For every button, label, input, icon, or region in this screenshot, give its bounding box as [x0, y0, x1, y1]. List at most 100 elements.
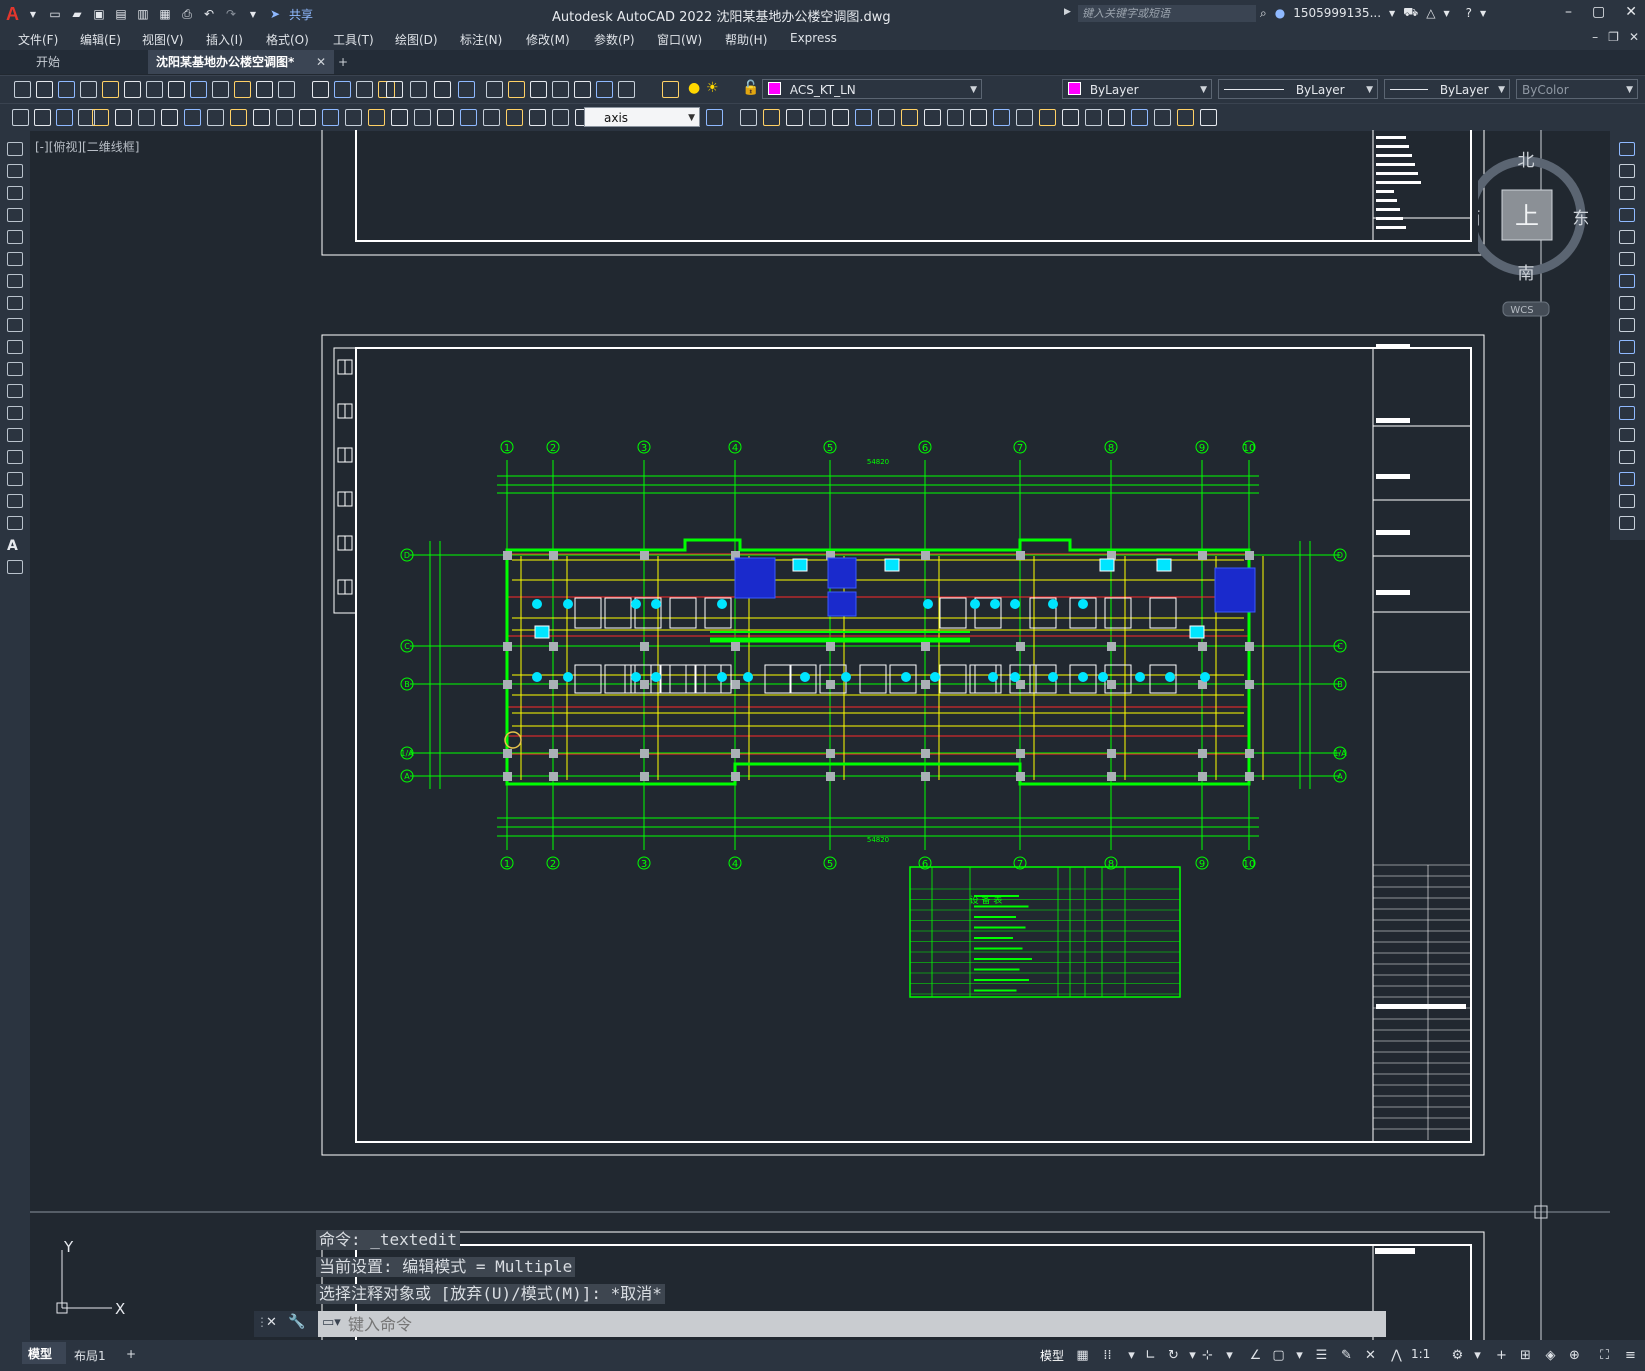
- continue-icon[interactable]: [947, 109, 964, 126]
- block-icon[interactable]: [1200, 109, 1217, 126]
- user-name[interactable]: 1505999135...: [1293, 6, 1381, 20]
- blend-icon[interactable]: [1619, 494, 1635, 508]
- new-file-icon[interactable]: ▭: [47, 6, 63, 22]
- spacing-icon[interactable]: [970, 109, 987, 126]
- inspect-icon[interactable]: [345, 109, 362, 126]
- menu-modify[interactable]: 修改(M): [526, 31, 570, 48]
- new-icon[interactable]: [14, 81, 31, 98]
- compass-north[interactable]: 北: [1518, 151, 1535, 171]
- autocad-logo[interactable]: A: [6, 4, 19, 25]
- units-icon[interactable]: ⊞: [1518, 1348, 1533, 1363]
- dim-linear-icon[interactable]: [12, 109, 29, 126]
- annotation-visibility-icon[interactable]: ✕: [1363, 1348, 1378, 1363]
- break-at-point-icon[interactable]: [1619, 384, 1635, 398]
- layer-lightbulb-icon[interactable]: ●: [688, 80, 700, 96]
- menu-format[interactable]: 格式(O): [266, 31, 309, 48]
- tab-layout1[interactable]: 布局1: [74, 1347, 106, 1364]
- dim-radius-icon[interactable]: [92, 109, 109, 126]
- autodesk-a360-icon[interactable]: △: [1426, 6, 1435, 20]
- plotstyle-dropdown[interactable]: ByColor ▼: [1516, 79, 1638, 99]
- move-icon[interactable]: [1619, 252, 1635, 266]
- save-icon[interactable]: ▣: [91, 6, 107, 22]
- compass-west[interactable]: 西: [1478, 209, 1481, 229]
- polyline-icon[interactable]: [7, 186, 23, 200]
- make-block-icon[interactable]: [7, 406, 23, 420]
- edit-dim-icon[interactable]: [391, 109, 408, 126]
- lock-ui-icon[interactable]: ⊕: [1567, 1348, 1582, 1363]
- otrack-icon[interactable]: ∠: [1248, 1348, 1263, 1363]
- construction-line-icon[interactable]: [7, 164, 23, 178]
- text-style-dropdown[interactable]: axis ▼: [584, 107, 700, 127]
- new-tab-button[interactable]: +: [330, 50, 356, 74]
- insert-icon[interactable]: [506, 109, 523, 126]
- copy-icon[interactable]: [1619, 164, 1635, 178]
- viewcube[interactable]: 上 北 南 东 西 WCS: [1478, 148, 1588, 318]
- undo-icon[interactable]: [234, 81, 251, 98]
- break-icon[interactable]: [276, 109, 293, 126]
- open-icon[interactable]: [574, 81, 591, 98]
- preview-icon[interactable]: [662, 81, 679, 98]
- dim-style-icon[interactable]: [1177, 109, 1194, 126]
- pan-icon[interactable]: [278, 81, 295, 98]
- open-folder-icon[interactable]: ▰: [69, 6, 85, 22]
- plot-icon[interactable]: [80, 81, 97, 98]
- text-edit-icon[interactable]: [414, 109, 431, 126]
- osnap-icon[interactable]: ▢: [1271, 1348, 1286, 1363]
- customize-wrench-icon[interactable]: 🔧: [288, 1314, 305, 1330]
- menu-dimension[interactable]: 标注(N): [460, 31, 502, 48]
- menu-express[interactable]: Express: [790, 31, 837, 45]
- color-dropdown[interactable]: ByLayer ▼: [1062, 79, 1212, 99]
- compass-south[interactable]: 南: [1518, 264, 1535, 284]
- chevron-down-icon[interactable]: ▼: [25, 6, 41, 22]
- tool-palette-icon[interactable]: [410, 81, 427, 98]
- add-layout-button[interactable]: +: [126, 1347, 136, 1361]
- dim-arc-icon[interactable]: [56, 109, 73, 126]
- rotate-icon[interactable]: [1619, 274, 1635, 288]
- sheet-set-icon[interactable]: [434, 81, 451, 98]
- dim-aligned-icon[interactable]: [740, 109, 757, 126]
- zoom-icon[interactable]: [312, 81, 329, 98]
- save-web-icon[interactable]: ▦: [157, 6, 173, 22]
- dim-jogged-icon[interactable]: [832, 109, 849, 126]
- doc-minimize-button[interactable]: –: [1592, 30, 1598, 44]
- tolerance-icon[interactable]: [299, 109, 316, 126]
- ellipse-arc-icon[interactable]: [7, 362, 23, 376]
- isodraft-icon[interactable]: ⊹: [1200, 1348, 1215, 1363]
- help-icon[interactable]: ?: [1466, 6, 1472, 20]
- compass-east[interactable]: 东: [1573, 209, 1589, 229]
- calc-icon[interactable]: [486, 81, 503, 98]
- paste-icon[interactable]: [190, 81, 207, 98]
- menu-tools[interactable]: 工具(T): [333, 31, 374, 48]
- baseline-icon[interactable]: [924, 109, 941, 126]
- close-icon[interactable]: ✕: [266, 1315, 277, 1330]
- block-icon[interactable]: [483, 109, 500, 126]
- rectangle-icon[interactable]: [7, 230, 23, 244]
- menu-insert[interactable]: 插入(I): [206, 31, 243, 48]
- hatch-icon[interactable]: [7, 450, 23, 464]
- add-selected-icon[interactable]: [7, 560, 23, 574]
- offset-icon[interactable]: [1619, 208, 1635, 222]
- grid-icon[interactable]: ▦: [1075, 1348, 1090, 1363]
- dim-diameter-icon[interactable]: [855, 109, 872, 126]
- text-edit-icon[interactable]: [1131, 109, 1148, 126]
- tab-start[interactable]: 开始: [28, 50, 154, 74]
- array-icon[interactable]: [1619, 230, 1635, 244]
- dim-angular-icon[interactable]: [161, 109, 178, 126]
- osnap-menu-icon[interactable]: ▾: [1292, 1348, 1307, 1363]
- continue-icon[interactable]: [230, 109, 247, 126]
- share-label[interactable]: 共享: [289, 6, 313, 23]
- dim-radius-icon[interactable]: [809, 109, 826, 126]
- menu-file[interactable]: 文件(F): [18, 31, 58, 48]
- redo-icon[interactable]: ↷: [223, 6, 239, 22]
- baseline-icon[interactable]: [207, 109, 224, 126]
- match-icon[interactable]: [212, 81, 229, 98]
- center-mark-icon[interactable]: [322, 109, 339, 126]
- tolerance-icon[interactable]: [1016, 109, 1033, 126]
- jogged-linear-icon[interactable]: [1085, 109, 1102, 126]
- plot-icon[interactable]: [618, 81, 635, 98]
- workspace-icon[interactable]: ⚙: [1450, 1348, 1465, 1363]
- drawing-canvas[interactable]: 1 1 2 2 3 3 4 4 5 5 6 6 7 7 8 8 9 9 10 10 D D C C B B 1/A 1/A A A 5482…: [30, 130, 1610, 1340]
- scale-icon[interactable]: [1619, 296, 1635, 310]
- region-icon[interactable]: [7, 494, 23, 508]
- circle-icon[interactable]: [7, 274, 23, 288]
